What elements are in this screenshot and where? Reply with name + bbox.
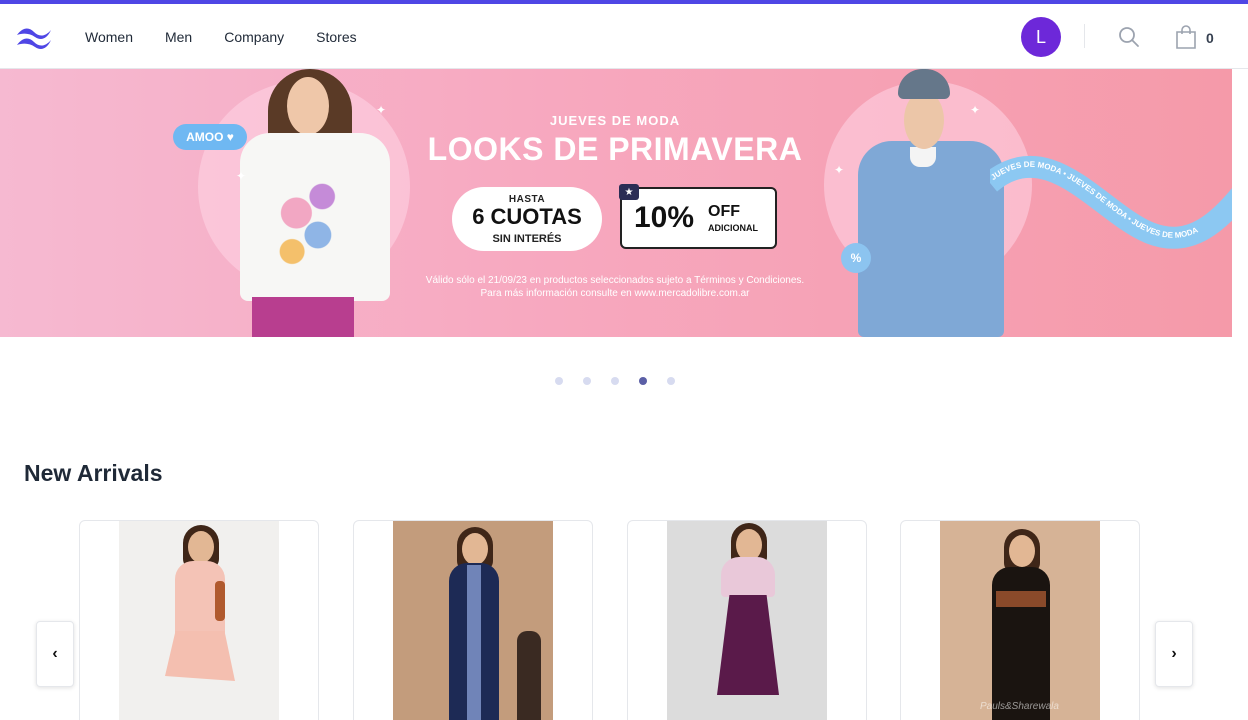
carousel-dots (555, 377, 675, 385)
nav-link-men[interactable]: Men (165, 29, 192, 45)
model-head (1009, 535, 1035, 567)
star-icon: ★ (619, 184, 639, 200)
anarkali-dress (992, 567, 1050, 720)
shopping-bag-icon[interactable] (1174, 24, 1198, 50)
navbar: Women Men Company Stores L 0 (0, 4, 1248, 69)
product-image: Pauls&Sharewala (940, 521, 1100, 720)
dress-print-panel (467, 565, 481, 720)
floral-top (721, 557, 775, 597)
dress-skirt (165, 631, 235, 681)
carousel-dot-3[interactable] (611, 377, 619, 385)
nav-link-women[interactable]: Women (85, 29, 133, 45)
model-man-cap (898, 69, 950, 99)
discount-off: OFF (708, 203, 740, 220)
discount-percent: 10% (634, 201, 695, 234)
nav-link-stores[interactable]: Stores (316, 29, 356, 45)
nav-link-company[interactable]: Company (224, 29, 284, 45)
nav-divider (1084, 24, 1085, 48)
model-head (188, 531, 214, 563)
product-card[interactable] (627, 520, 867, 720)
carousel-prev-button[interactable]: ‹ (36, 621, 74, 687)
promo-title: LOOKS DE PRIMAVERA (427, 131, 803, 167)
percent-badge: % (841, 243, 871, 273)
chevron-right-icon: › (1171, 645, 1177, 662)
model-man-face (904, 91, 944, 149)
handbag (215, 581, 225, 621)
product-card[interactable] (79, 520, 319, 720)
main-nav: Women Men Company Stores (85, 4, 357, 69)
product-card[interactable]: Pauls&Sharewala (900, 520, 1140, 720)
installments-pill: HASTA 6 CUOTAS SIN INTERÉS (452, 187, 602, 251)
installments-main: 6 CUOTAS (472, 204, 582, 229)
product-image (119, 521, 279, 720)
sparkle-icon: ✦ (834, 163, 845, 177)
promo-legal-text: Válido sólo el 21/09/23 en productos sel… (425, 275, 805, 299)
sparkle-icon: ✦ (236, 169, 247, 183)
image-watermark: Pauls&Sharewala (980, 701, 1059, 712)
carousel-dot-4[interactable] (639, 377, 647, 385)
cart-count: 0 (1206, 30, 1214, 46)
discount-sub: ADICIONAL (708, 223, 758, 233)
discount-ticket: ★ 10% OFF ADICIONAL (619, 184, 777, 249)
product-image (393, 521, 553, 720)
model-man-collar (910, 147, 936, 167)
model-man-sweater (858, 141, 1004, 337)
floral-print (262, 169, 348, 279)
brand-logo-icon[interactable] (15, 23, 53, 49)
sparkle-icon: ✦ (970, 103, 981, 117)
carousel-dot-2[interactable] (583, 377, 591, 385)
model-woman-pants (252, 297, 354, 337)
search-icon[interactable] (1118, 26, 1140, 48)
hero-banner[interactable]: JUEVES DE MODA • JUEVES DE MODA • JUEVES… (0, 69, 1232, 337)
model-head (462, 533, 488, 565)
sparkle-icon: ✦ (376, 103, 387, 117)
promo-ribbon: JUEVES DE MODA • JUEVES DE MODA • JUEVES… (990, 155, 1232, 249)
user-avatar[interactable]: L (1021, 17, 1061, 57)
product-card[interactable] (353, 520, 593, 720)
section-title: New Arrivals (24, 460, 163, 486)
amoo-badge: AMOO ♥ (173, 124, 247, 150)
carousel-next-button[interactable]: › (1155, 621, 1193, 687)
chevron-left-icon: ‹ (52, 645, 58, 662)
dress-print-band (996, 591, 1046, 607)
carousel-dot-5[interactable] (667, 377, 675, 385)
promo-eyebrow: JUEVES DE MODA (549, 113, 681, 128)
decor-vase (517, 631, 541, 720)
model-woman-face (287, 77, 329, 135)
installments-bottom: SIN INTERÉS (492, 233, 562, 245)
product-image (667, 521, 827, 720)
pleated-skirt (717, 595, 779, 695)
carousel-dot-1[interactable] (555, 377, 563, 385)
